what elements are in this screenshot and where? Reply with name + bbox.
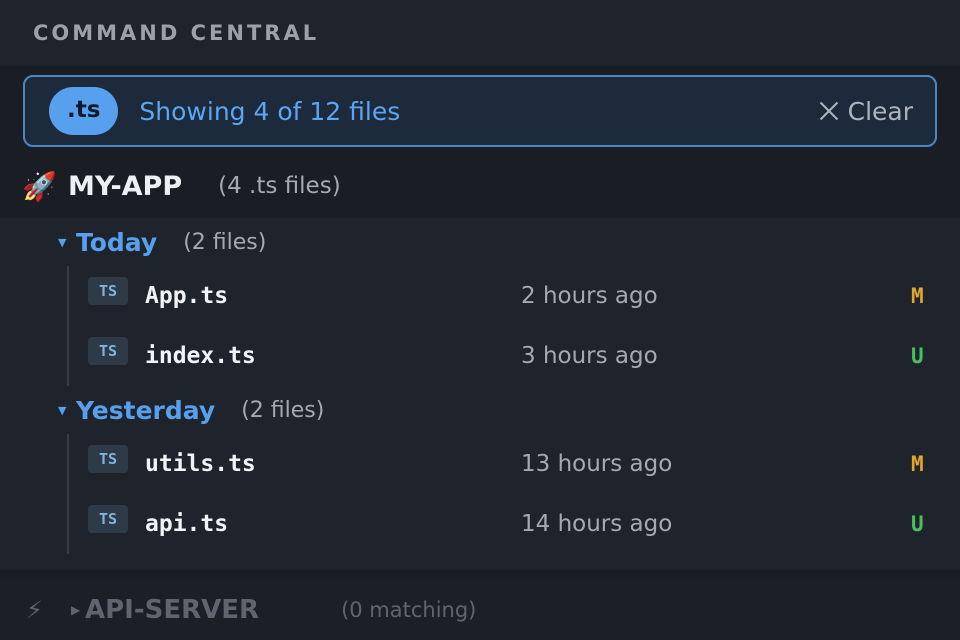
file-list: TS App.ts 2 hours ago M TS index.ts 3 ho…: [67, 266, 960, 386]
clear-filter-button[interactable]: Clear: [818, 97, 913, 126]
file-name: api.ts: [145, 511, 229, 537]
typescript-icon: TS: [88, 277, 128, 305]
file-time: 13 hours ago: [521, 451, 673, 477]
group-name: Yesterday: [76, 395, 216, 425]
close-icon: [818, 100, 840, 122]
typescript-icon: TS: [88, 337, 128, 365]
filter-status-text: Showing 4 of 12 files: [139, 96, 401, 126]
group-count: (2 files): [241, 397, 325, 423]
git-status-badge: M: [911, 284, 924, 308]
panel-header: COMMAND CENTRAL: [0, 0, 960, 66]
typescript-icon: TS: [88, 445, 128, 473]
file-time: 2 hours ago: [521, 283, 658, 309]
file-row[interactable]: TS App.ts 2 hours ago M: [69, 266, 960, 326]
filter-bar: .ts Showing 4 of 12 files Clear: [23, 75, 937, 147]
chevron-down-icon: ▼: [58, 235, 67, 249]
typescript-icon: TS: [88, 505, 128, 533]
chevron-right-icon: ▶: [71, 603, 81, 617]
file-time: 3 hours ago: [521, 343, 658, 369]
project-name: MY-APP: [68, 170, 183, 202]
git-status-badge: U: [911, 512, 924, 536]
file-list: TS utils.ts 13 hours ago M TS api.ts 14 …: [67, 434, 960, 554]
rocket-icon: 🚀: [22, 169, 57, 203]
project-name: API-SERVER: [85, 595, 260, 625]
file-panel: .ts Showing 4 of 12 files Clear 🚀 MY-APP…: [0, 66, 960, 640]
file-row[interactable]: TS api.ts 14 hours ago U: [69, 494, 960, 554]
group-header-today[interactable]: ▼ Today (2 files): [0, 218, 960, 266]
git-status-badge: M: [911, 452, 924, 476]
project-count: (4 .ts files): [218, 173, 341, 199]
group-count: (2 files): [183, 229, 267, 255]
project-header-api-server[interactable]: ⚡ ▶ API-SERVER (0 matching): [0, 580, 960, 640]
chevron-down-icon: ▼: [58, 403, 67, 417]
file-name: App.ts: [145, 283, 229, 309]
file-row[interactable]: TS utils.ts 13 hours ago M: [69, 434, 960, 494]
project-count: (0 matching): [341, 598, 477, 622]
file-name: utils.ts: [145, 451, 256, 477]
project-header-my-app[interactable]: 🚀 MY-APP (4 .ts files): [0, 154, 960, 218]
file-tree: ▼ Today (2 files) TS App.ts 2 hours ago …: [0, 218, 960, 570]
file-row[interactable]: TS index.ts 3 hours ago U: [69, 326, 960, 386]
panel-title: COMMAND CENTRAL: [33, 21, 320, 45]
clear-label: Clear: [847, 96, 913, 126]
lightning-icon: ⚡: [26, 596, 43, 624]
git-status-badge: U: [911, 344, 924, 368]
file-time: 14 hours ago: [521, 511, 673, 537]
file-name: index.ts: [145, 343, 256, 369]
group-name: Today: [76, 227, 158, 257]
group-header-yesterday[interactable]: ▼ Yesterday (2 files): [0, 386, 960, 434]
extension-filter-chip[interactable]: .ts: [49, 87, 119, 135]
